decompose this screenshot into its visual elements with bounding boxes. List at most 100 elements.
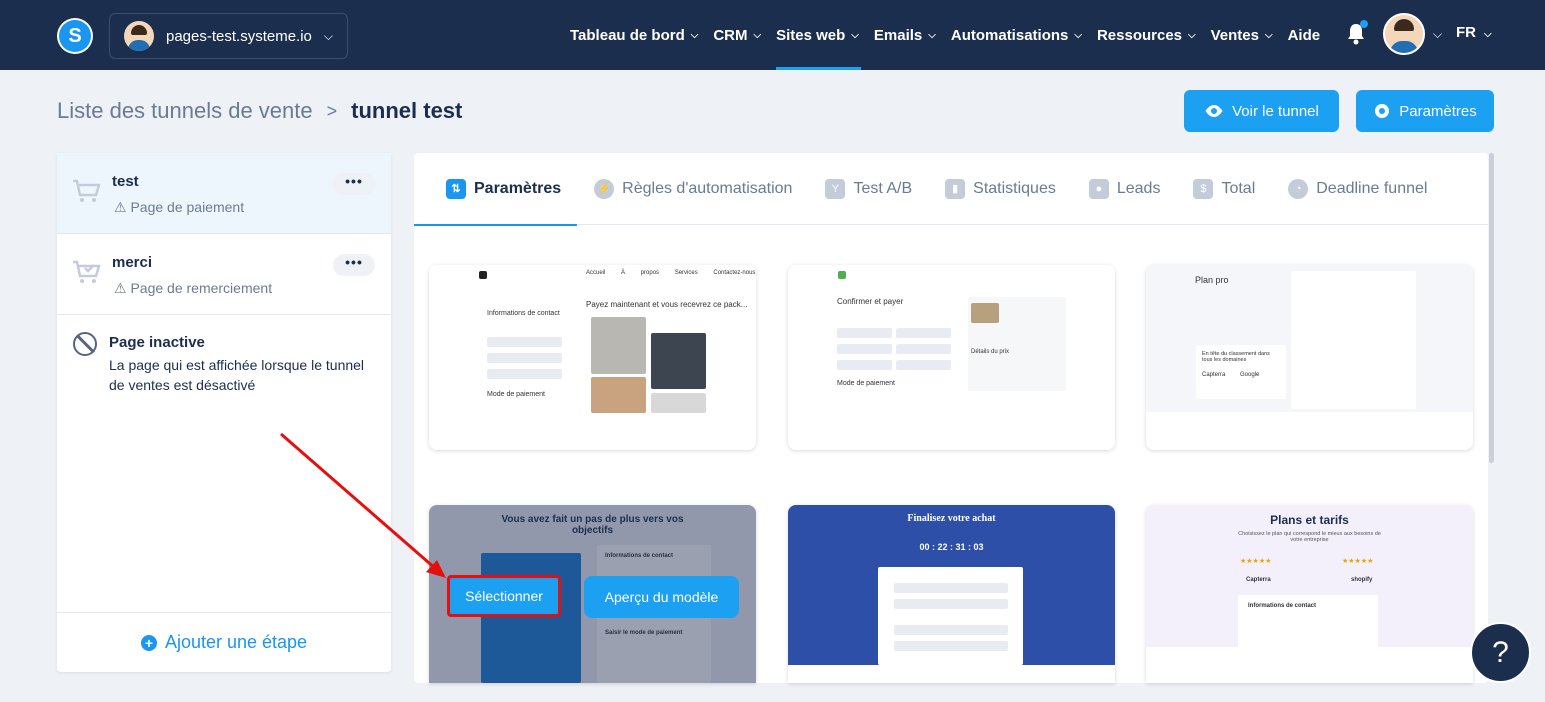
chevron-down-icon: ⌵ — [690, 29, 699, 41]
systeme-logo[interactable]: S — [57, 18, 93, 54]
nav-label: Automatisations — [950, 26, 1069, 44]
warning-icon: ⚠ — [114, 280, 131, 296]
nav-crm[interactable]: CRM ⌵ — [713, 0, 761, 70]
sliders-icon: ⇅ — [446, 178, 466, 199]
template-field — [487, 337, 562, 347]
template-image — [971, 303, 999, 323]
chevron-down-icon: ⌵ — [323, 28, 334, 43]
template-contact: Informations de contact — [487, 310, 560, 317]
template-card[interactable]: Confirmer et payer Mode de paiement Déta… — [788, 265, 1115, 450]
add-step-button[interactable]: + Ajouter une étape — [57, 612, 391, 672]
template-payment: Mode de paiement — [837, 380, 895, 387]
tab-deadline-funnel[interactable]: ◔ Deadline funnel — [1288, 153, 1427, 225]
template-image — [651, 333, 706, 389]
step-title: merci — [112, 254, 153, 271]
template-field — [896, 360, 951, 370]
tab-label: Deadline funnel — [1316, 179, 1428, 197]
template-heading: Payez maintenant et vous recevrez ce pac… — [586, 300, 748, 309]
chevron-down-icon: ⌵ — [928, 29, 936, 41]
chevron-down-icon: ⌵ — [1074, 29, 1082, 41]
template-image — [591, 377, 646, 413]
step-type: Page de remerciement — [130, 280, 273, 296]
breadcrumb-parent[interactable]: Liste des tunnels de vente — [57, 98, 313, 124]
template-contact: Informations de contact — [1248, 603, 1317, 609]
tab-statistiques[interactable]: ▮ Statistiques — [945, 153, 1056, 225]
select-template-button[interactable]: Sélectionner — [447, 575, 561, 617]
nav-aide[interactable]: Aide — [1288, 0, 1321, 70]
vertical-scrollbar[interactable] — [1489, 153, 1494, 463]
nav-sites-web[interactable]: Sites web ⌵ — [776, 0, 861, 70]
template-brand: Capterra — [1246, 577, 1271, 583]
main-panel: ⇅ Paramètres ⚡ Règles d'automatisation Y Te… — [413, 153, 1488, 683]
template-rank: En tête du classement dans tous les doma… — [1202, 351, 1270, 363]
help-button[interactable]: ? — [1470, 622, 1531, 683]
step-menu-button[interactable]: ••• — [333, 254, 375, 276]
template-heading: Plans et tarifs — [1270, 513, 1349, 527]
template-card[interactable]: Plan pro En tête du classement dans tous… — [1146, 265, 1473, 450]
eye-icon — [1205, 105, 1223, 117]
step-item-test[interactable]: test ⚠ Page de paiement ••• — [57, 153, 391, 234]
template-details: Détails du prix — [971, 349, 1010, 355]
template-logo-icon — [479, 271, 487, 279]
warning-icon: ⚠ — [114, 199, 131, 215]
preview-template-button[interactable]: Aperçu du modèle — [584, 576, 739, 618]
nav-label: Sites web — [776, 26, 846, 44]
settings-button[interactable]: Paramètres — [1356, 90, 1494, 132]
template-card[interactable]: Finalisez votre achat 00 : 22 : 31 : 03 — [788, 505, 1115, 683]
settings-label: Paramètres — [1399, 102, 1477, 120]
split-icon: Y — [825, 178, 846, 199]
users-icon: ● — [1088, 178, 1109, 199]
language-label: FR — [1456, 24, 1476, 41]
step-menu-button[interactable]: ••• — [333, 173, 375, 195]
chart-icon: ▮ — [945, 178, 966, 199]
template-field — [487, 353, 562, 363]
template-image — [651, 393, 706, 413]
template-card[interactable]: Plans et tarifs Choisissez le plan qui c… — [1146, 505, 1473, 683]
add-step-label: Ajouter une étape — [164, 632, 308, 652]
nav-automatisations[interactable]: Automatisations ⌵ — [951, 0, 1082, 70]
tab-regles-automatisation[interactable]: ⚡ Règles d'automatisation — [594, 153, 792, 225]
tab-leads[interactable]: ● Leads — [1088, 153, 1160, 225]
nav-ressources[interactable]: Ressources ⌵ — [1097, 0, 1196, 70]
template-field — [837, 328, 892, 338]
step-item-merci[interactable]: merci ⚠ Page de remerciement ••• — [57, 234, 391, 315]
chevron-down-icon: ⌵ — [753, 29, 762, 41]
chevron-down-icon: ⌵ — [851, 29, 859, 41]
step-subtitle: ⚠ Page de remerciement — [114, 280, 272, 297]
template-field — [896, 344, 951, 354]
inactive-page-title: Page inactive — [109, 334, 205, 351]
lightning-icon: ⚡ — [594, 178, 615, 199]
cart-check-icon — [73, 260, 101, 283]
nav-emails[interactable]: Emails ⌵ — [874, 0, 936, 70]
site-selector[interactable]: pages-test.systeme.io ⌵ — [109, 13, 348, 59]
tab-label: Paramètres — [474, 179, 562, 197]
funnel-steps-sidebar: test ⚠ Page de paiement ••• merci ⚠ Page… — [57, 153, 391, 672]
tab-label: Total — [1221, 179, 1256, 197]
ban-icon — [73, 332, 97, 356]
chevron-down-icon[interactable]: ⌵ — [1433, 27, 1442, 42]
template-payment: Mode de paiement — [487, 391, 545, 398]
template-field — [896, 328, 951, 338]
nav-tableau-de-bord[interactable]: Tableau de bord ⌵ — [570, 0, 698, 70]
star-rating-icon: ★★★★★ — [1240, 558, 1272, 565]
step-subtitle: ⚠ Page de paiement — [114, 199, 244, 216]
template-card[interactable]: Accueil À propos Services Contactez-nous… — [429, 265, 756, 450]
clock-icon: ◔ — [1288, 178, 1309, 199]
template-heading: Finalisez votre achat — [907, 513, 996, 524]
tab-parametres[interactable]: ⇅ Paramètres — [413, 153, 578, 226]
user-avatar[interactable] — [1383, 13, 1425, 55]
view-funnel-button[interactable]: Voir le tunnel — [1184, 90, 1339, 132]
tab-test-ab[interactable]: Y Test A/B — [825, 153, 912, 225]
template-heading: Confirmer et payer — [837, 297, 904, 306]
nav-label: Aide — [1287, 26, 1321, 44]
inactive-page-item[interactable]: Page inactive La page qui est affichée l… — [57, 316, 391, 395]
template-image — [591, 317, 646, 374]
template-card-hovered[interactable]: Vous avez fait un pas de plus vers vos o… — [429, 505, 756, 683]
template-field — [894, 641, 1008, 651]
language-selector[interactable]: FR ⌵ — [1456, 24, 1492, 41]
star-rating-icon: ★★★★★ — [1342, 558, 1374, 565]
breadcrumb: Liste des tunnels de vente > tunnel test — [57, 98, 462, 124]
nav-ventes[interactable]: Ventes ⌵ — [1211, 0, 1273, 70]
nav-label: Ventes — [1210, 26, 1259, 44]
tab-total[interactable]: $ Total — [1193, 153, 1255, 225]
